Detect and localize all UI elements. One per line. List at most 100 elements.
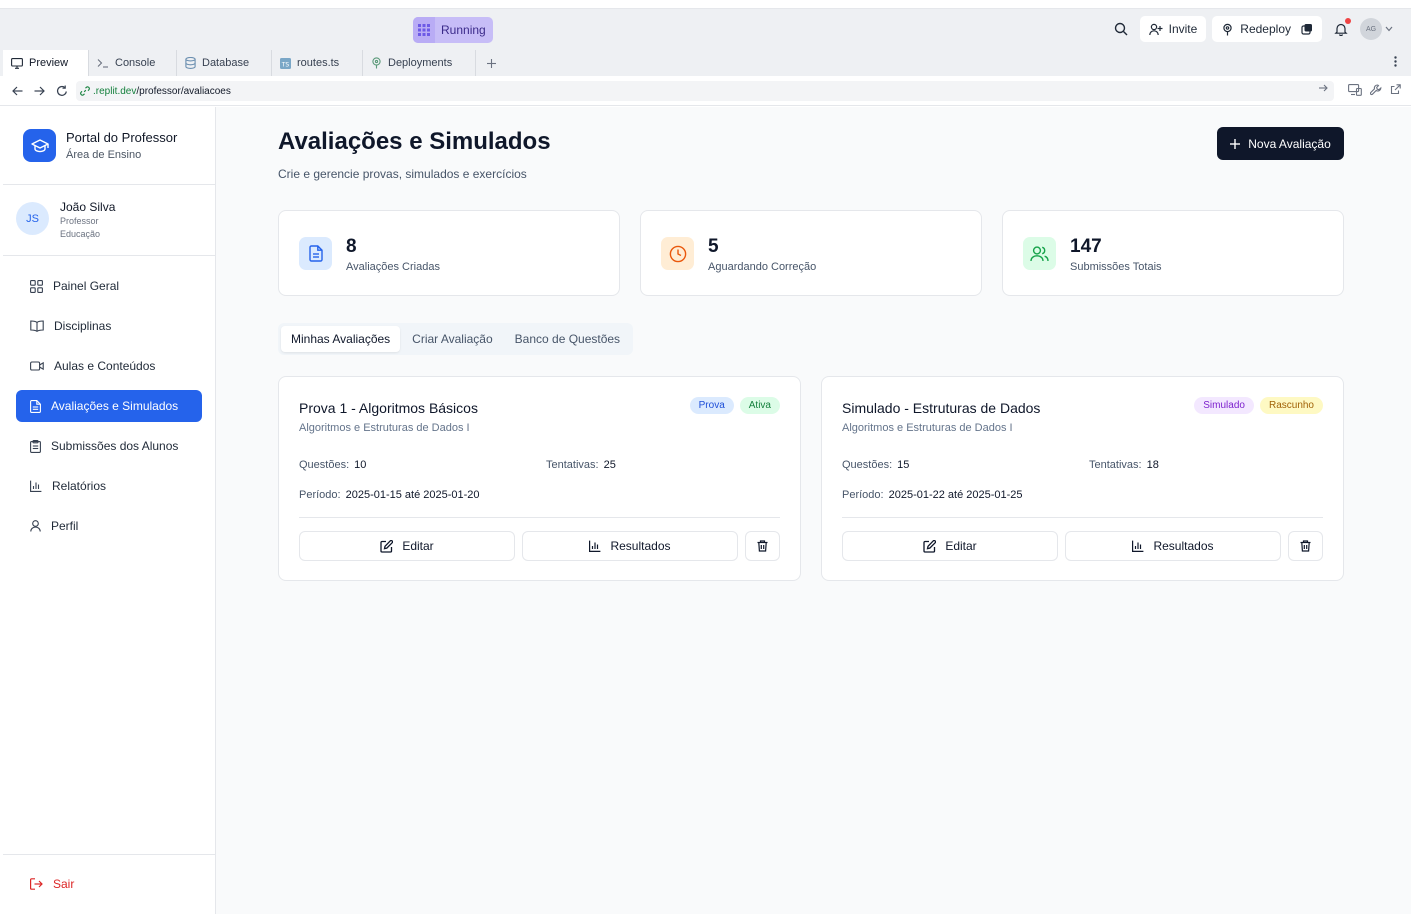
sidebar-item-submissoes[interactable]: Submissões dos Alunos <box>16 430 202 462</box>
sidebar-item-relatorios[interactable]: Relatórios <box>16 470 202 502</box>
page-subtitle: Crie e gerencie provas, simulados e exer… <box>278 167 527 181</box>
tab-database[interactable]: Database <box>177 50 272 76</box>
redeploy-button[interactable]: Redeploy <box>1212 16 1322 42</box>
url-field[interactable]: .replit.dev/professor/avaliacoes <box>76 81 1334 101</box>
url-host: .replit.dev <box>93 85 137 97</box>
edit-icon <box>923 539 937 553</box>
avatar: JS <box>16 202 49 235</box>
add-user-icon <box>1148 23 1163 35</box>
new-tab-button[interactable] <box>476 50 506 76</box>
attempts-value: 18 <box>1146 459 1159 471</box>
ide-tab-bar: Preview Console Database TS routes.ts De… <box>0 50 1411 76</box>
user-role: Professor <box>60 216 99 226</box>
sidebar-item-perfil[interactable]: Perfil <box>16 510 202 542</box>
sidebar-item-avaliacoes[interactable]: Avaliações e Simulados <box>16 390 202 422</box>
grid-icon <box>413 17 435 43</box>
document-icon <box>299 237 332 270</box>
monitor-icon <box>11 57 23 69</box>
tab-create-assessment[interactable]: Criar Avaliação <box>402 326 502 352</box>
stat-card-created: 8 Avaliações Criadas <box>278 210 620 296</box>
period-label: Período: <box>842 489 884 501</box>
bell-icon[interactable] <box>1328 16 1354 42</box>
stats-row: 8 Avaliações Criadas 5 Aguardando Correç… <box>278 210 1344 296</box>
sidebar-footer: Sair <box>3 854 215 914</box>
edit-label: Editar <box>402 539 434 553</box>
wrench-icon[interactable] <box>1370 84 1382 96</box>
assessment-course: Algoritmos e Estruturas de Dados I <box>299 422 470 434</box>
stat-value: 8 <box>346 236 357 257</box>
tab-preview[interactable]: Preview <box>3 50 89 76</box>
assessment-title: Prova 1 - Algoritmos Básicos <box>299 400 478 416</box>
tab-console[interactable]: Console <box>89 50 177 76</box>
sidebar-item-label: Avaliações e Simulados <box>51 399 179 413</box>
workspace-header: Running Invite Redeploy AG <box>0 9 1411 50</box>
tab-my-assessments[interactable]: Minhas Avaliações <box>281 326 401 352</box>
devices-icon[interactable] <box>1348 84 1362 96</box>
attempts-label: Tentativas: <box>1089 459 1142 471</box>
header-actions: Invite Redeploy AG <box>1108 16 1393 42</box>
trash-icon <box>1300 540 1311 552</box>
assessment-title: Simulado - Estruturas de Dados <box>842 400 1041 416</box>
sidebar-nav: Painel Geral Disciplinas Aulas e Conteúd… <box>16 270 202 550</box>
edit-button[interactable]: Editar <box>842 531 1058 561</box>
user-department: Educação <box>60 229 101 239</box>
assessment-card: Prova 1 - Algoritmos Básicos Algoritmos … <box>278 376 801 581</box>
run-status-pill[interactable]: Running <box>413 17 493 43</box>
stat-value: 147 <box>1070 236 1102 257</box>
tab-routes-ts[interactable]: TS routes.ts <box>272 50 363 76</box>
window-top-edge <box>0 0 1411 9</box>
attempts-field: Tentativas: 18 <box>1089 459 1159 471</box>
user-name: João Silva <box>60 200 116 214</box>
reload-icon[interactable] <box>54 83 70 99</box>
sidebar-item-painel-geral[interactable]: Painel Geral <box>16 270 202 302</box>
edit-button[interactable]: Editar <box>299 531 515 561</box>
results-button[interactable]: Resultados <box>522 531 738 561</box>
delete-button[interactable] <box>1288 531 1323 561</box>
book-icon <box>30 320 44 332</box>
status-badge: Ativa <box>739 397 780 414</box>
video-icon <box>30 361 44 371</box>
delete-button[interactable] <box>745 531 780 561</box>
url-path: /professor/avaliacoes <box>136 85 231 97</box>
invite-button[interactable]: Invite <box>1139 16 1207 42</box>
forward-arrow-icon[interactable] <box>31 83 47 99</box>
sidebar-item-aulas[interactable]: Aulas e Conteúdos <box>16 350 202 382</box>
sidebar-item-disciplinas[interactable]: Disciplinas <box>16 310 202 342</box>
back-arrow-icon[interactable] <box>9 83 25 99</box>
new-assessment-button[interactable]: Nova Avaliação <box>1217 127 1344 160</box>
search-icon[interactable] <box>1108 16 1134 42</box>
stat-card-submissions: 147 Submissões Totais <box>1002 210 1344 296</box>
run-status-label: Running <box>441 23 486 37</box>
questions-value: 15 <box>897 459 910 471</box>
period-field: Período: 2025-01-22 até 2025-01-25 <box>842 489 1023 501</box>
page-title: Avaliações e Simulados <box>278 128 551 155</box>
tab-question-bank[interactable]: Banco de Questões <box>505 326 630 352</box>
account-menu[interactable]: AG <box>1360 18 1393 40</box>
preview-app: Portal do Professor Área de Ensino JS Jo… <box>3 107 1411 914</box>
terminal-icon <box>97 59 108 68</box>
sidebar-item-label: Disciplinas <box>54 319 112 333</box>
sidebar-item-label: Painel Geral <box>53 279 120 293</box>
bar-chart-icon <box>30 480 42 492</box>
notification-dot <box>1345 18 1351 24</box>
brand-subtitle: Área de Ensino <box>66 149 142 161</box>
questions-field: Questões: 15 <box>842 459 909 471</box>
questions-field: Questões: 10 <box>299 459 366 471</box>
deploy-icon <box>1223 23 1232 35</box>
results-label: Resultados <box>1153 539 1214 553</box>
card-actions: Editar Resultados <box>842 531 1323 561</box>
tab-deployments[interactable]: Deployments <box>363 50 476 76</box>
more-vertical-icon[interactable] <box>1394 55 1397 70</box>
logout-icon <box>30 878 43 890</box>
go-arrow-icon[interactable] <box>1319 84 1328 96</box>
attempts-label: Tentativas: <box>546 459 599 471</box>
external-link-icon[interactable] <box>1390 84 1401 96</box>
tab-deployments-label: Deployments <box>388 57 453 69</box>
stat-card-pending: 5 Aguardando Correção <box>640 210 982 296</box>
layers-icon[interactable] <box>1301 23 1313 35</box>
results-button[interactable]: Resultados <box>1065 531 1281 561</box>
brand-header: Portal do Professor Área de Ensino <box>3 107 215 185</box>
sidebar-item-label: Relatórios <box>52 479 107 493</box>
logout-button[interactable]: Sair <box>30 877 74 891</box>
attempts-field: Tentativas: 25 <box>546 459 616 471</box>
